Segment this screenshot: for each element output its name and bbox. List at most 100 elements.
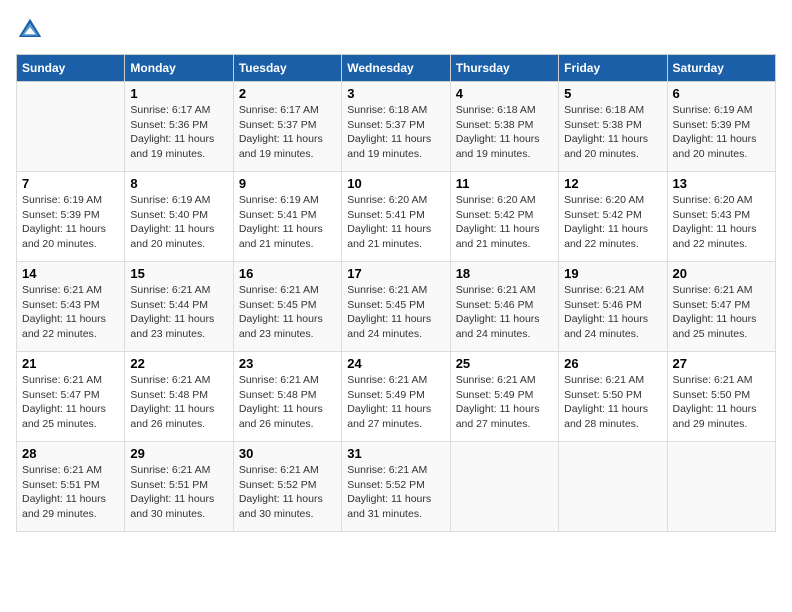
cell-info: Sunrise: 6:20 AM Sunset: 5:41 PM Dayligh… — [347, 193, 444, 252]
day-number: 5 — [564, 86, 661, 101]
cell-info: Sunrise: 6:21 AM Sunset: 5:46 PM Dayligh… — [456, 283, 553, 342]
header-cell-monday: Monday — [125, 55, 233, 82]
calendar-cell — [667, 442, 775, 532]
day-number: 11 — [456, 176, 553, 191]
calendar-cell — [17, 82, 125, 172]
calendar-cell: 27Sunrise: 6:21 AM Sunset: 5:50 PM Dayli… — [667, 352, 775, 442]
calendar-table: SundayMondayTuesdayWednesdayThursdayFrid… — [16, 54, 776, 532]
cell-info: Sunrise: 6:21 AM Sunset: 5:45 PM Dayligh… — [239, 283, 336, 342]
cell-info: Sunrise: 6:18 AM Sunset: 5:37 PM Dayligh… — [347, 103, 444, 162]
day-number: 18 — [456, 266, 553, 281]
calendar-cell: 28 Sunrise: 6:21 AM Sunset: 5:51 PM Dayli… — [17, 442, 125, 532]
cell-info: Sunrise: 6:21 AM Sunset: 5:51 PM Dayligh… — [22, 463, 119, 522]
calendar-cell: 11 Sunrise: 6:20 AM Sunset: 5:42 PM Dayli… — [450, 172, 558, 262]
cell-info: Sunrise: 6:19 AM Sunset: 5:39 PM Dayligh… — [673, 103, 770, 162]
day-number: 21 — [22, 356, 119, 371]
calendar-cell: 7 Sunrise: 6:19 AM Sunset: 5:39 PM Daylig… — [17, 172, 125, 262]
cell-info: Sunrise: 6:17 AM Sunset: 5:37 PM Dayligh… — [239, 103, 336, 162]
cell-info: Sunrise: 6:18 AM Sunset: 5:38 PM Dayligh… — [456, 103, 553, 162]
cell-info: Sunrise: 6:19 AM Sunset: 5:39 PM Dayligh… — [22, 193, 119, 252]
page-header — [16, 16, 776, 44]
cell-info: Sunrise: 6:21 AM Sunset: 5:47 PM Dayligh… — [22, 373, 119, 432]
day-number: 10 — [347, 176, 444, 191]
day-number: 27 — [673, 356, 770, 371]
calendar-cell: 16 Sunrise: 6:21 AM Sunset: 5:45 PM Dayli… — [233, 262, 341, 352]
cell-info: Sunrise: 6:19 AM Sunset: 5:41 PM Dayligh… — [239, 193, 336, 252]
day-number: 4 — [456, 86, 553, 101]
header-cell-sunday: Sunday — [17, 55, 125, 82]
cell-info: Sunrise: 6:21 AM Sunset: 5:51 PM Dayligh… — [130, 463, 227, 522]
day-number: 31 — [347, 446, 444, 461]
cell-info: Sunrise: 6:21 AM Sunset: 5:49 PM Dayligh… — [456, 373, 553, 432]
calendar-cell: 15 Sunrise: 6:21 AM Sunset: 5:44 PM Dayli… — [125, 262, 233, 352]
cell-info: Sunrise: 6:21 AM Sunset: 5:50 PM Dayligh… — [564, 373, 661, 432]
calendar-cell: 24Sunrise: 6:21 AM Sunset: 5:49 PM Dayli… — [342, 352, 450, 442]
week-row-2: 14 Sunrise: 6:21 AM Sunset: 5:43 PM Dayli… — [17, 262, 776, 352]
day-number: 16 — [239, 266, 336, 281]
cell-info: Sunrise: 6:18 AM Sunset: 5:38 PM Dayligh… — [564, 103, 661, 162]
week-row-1: 7 Sunrise: 6:19 AM Sunset: 5:39 PM Daylig… — [17, 172, 776, 262]
header-cell-wednesday: Wednesday — [342, 55, 450, 82]
calendar-cell — [450, 442, 558, 532]
calendar-header: SundayMondayTuesdayWednesdayThursdayFrid… — [17, 55, 776, 82]
header-cell-friday: Friday — [559, 55, 667, 82]
calendar-cell: 31 Sunrise: 6:21 AM Sunset: 5:52 PM Dayli… — [342, 442, 450, 532]
cell-info: Sunrise: 6:21 AM Sunset: 5:44 PM Dayligh… — [130, 283, 227, 342]
day-number: 20 — [673, 266, 770, 281]
calendar-cell: 18 Sunrise: 6:21 AM Sunset: 5:46 PM Dayli… — [450, 262, 558, 352]
day-number: 22 — [130, 356, 227, 371]
cell-info: Sunrise: 6:20 AM Sunset: 5:42 PM Dayligh… — [564, 193, 661, 252]
day-number: 7 — [22, 176, 119, 191]
calendar-cell: 4 Sunrise: 6:18 AM Sunset: 5:38 PM Daylig… — [450, 82, 558, 172]
cell-info: Sunrise: 6:21 AM Sunset: 5:47 PM Dayligh… — [673, 283, 770, 342]
day-number: 24 — [347, 356, 444, 371]
day-number: 29 — [130, 446, 227, 461]
calendar-cell: 6 Sunrise: 6:19 AM Sunset: 5:39 PM Daylig… — [667, 82, 775, 172]
cell-info: Sunrise: 6:21 AM Sunset: 5:52 PM Dayligh… — [239, 463, 336, 522]
day-number: 1 — [130, 86, 227, 101]
calendar-cell: 3Sunrise: 6:18 AM Sunset: 5:37 PM Daylig… — [342, 82, 450, 172]
calendar-cell: 12Sunrise: 6:20 AM Sunset: 5:42 PM Dayli… — [559, 172, 667, 262]
cell-info: Sunrise: 6:20 AM Sunset: 5:42 PM Dayligh… — [456, 193, 553, 252]
cell-info: Sunrise: 6:19 AM Sunset: 5:40 PM Dayligh… — [130, 193, 227, 252]
day-number: 6 — [673, 86, 770, 101]
calendar-cell: 20 Sunrise: 6:21 AM Sunset: 5:47 PM Dayli… — [667, 262, 775, 352]
calendar-cell: 5 Sunrise: 6:18 AM Sunset: 5:38 PM Daylig… — [559, 82, 667, 172]
day-number: 15 — [130, 266, 227, 281]
calendar-cell: 1 Sunrise: 6:17 AM Sunset: 5:36 PM Daylig… — [125, 82, 233, 172]
header-cell-tuesday: Tuesday — [233, 55, 341, 82]
day-number: 26 — [564, 356, 661, 371]
cell-info: Sunrise: 6:21 AM Sunset: 5:45 PM Dayligh… — [347, 283, 444, 342]
day-number: 2 — [239, 86, 336, 101]
day-number: 13 — [673, 176, 770, 191]
day-number: 28 — [22, 446, 119, 461]
calendar-cell: 8Sunrise: 6:19 AM Sunset: 5:40 PM Daylig… — [125, 172, 233, 262]
header-cell-saturday: Saturday — [667, 55, 775, 82]
calendar-cell: 29 Sunrise: 6:21 AM Sunset: 5:51 PM Dayli… — [125, 442, 233, 532]
day-number: 9 — [239, 176, 336, 191]
week-row-3: 21 Sunrise: 6:21 AM Sunset: 5:47 PM Dayli… — [17, 352, 776, 442]
cell-info: Sunrise: 6:21 AM Sunset: 5:48 PM Dayligh… — [239, 373, 336, 432]
calendar-cell: 2 Sunrise: 6:17 AM Sunset: 5:37 PM Daylig… — [233, 82, 341, 172]
day-number: 17 — [347, 266, 444, 281]
header-row: SundayMondayTuesdayWednesdayThursdayFrid… — [17, 55, 776, 82]
day-number: 14 — [22, 266, 119, 281]
calendar-cell — [559, 442, 667, 532]
calendar-cell: 26 Sunrise: 6:21 AM Sunset: 5:50 PM Dayli… — [559, 352, 667, 442]
calendar-cell: 25Sunrise: 6:21 AM Sunset: 5:49 PM Dayli… — [450, 352, 558, 442]
header-cell-thursday: Thursday — [450, 55, 558, 82]
calendar-cell: 10 Sunrise: 6:20 AM Sunset: 5:41 PM Dayli… — [342, 172, 450, 262]
calendar-cell: 30Sunrise: 6:21 AM Sunset: 5:52 PM Dayli… — [233, 442, 341, 532]
logo — [16, 16, 48, 44]
cell-info: Sunrise: 6:21 AM Sunset: 5:48 PM Dayligh… — [130, 373, 227, 432]
cell-info: Sunrise: 6:21 AM Sunset: 5:52 PM Dayligh… — [347, 463, 444, 522]
calendar-cell: 19Sunrise: 6:21 AM Sunset: 5:46 PM Dayli… — [559, 262, 667, 352]
cell-info: Sunrise: 6:21 AM Sunset: 5:43 PM Dayligh… — [22, 283, 119, 342]
calendar-cell: 13 Sunrise: 6:20 AM Sunset: 5:43 PM Dayli… — [667, 172, 775, 262]
logo-icon — [16, 16, 44, 44]
cell-info: Sunrise: 6:20 AM Sunset: 5:43 PM Dayligh… — [673, 193, 770, 252]
cell-info: Sunrise: 6:17 AM Sunset: 5:36 PM Dayligh… — [130, 103, 227, 162]
week-row-0: 1 Sunrise: 6:17 AM Sunset: 5:36 PM Daylig… — [17, 82, 776, 172]
calendar-cell: 9 Sunrise: 6:19 AM Sunset: 5:41 PM Daylig… — [233, 172, 341, 262]
calendar-cell: 21 Sunrise: 6:21 AM Sunset: 5:47 PM Dayli… — [17, 352, 125, 442]
